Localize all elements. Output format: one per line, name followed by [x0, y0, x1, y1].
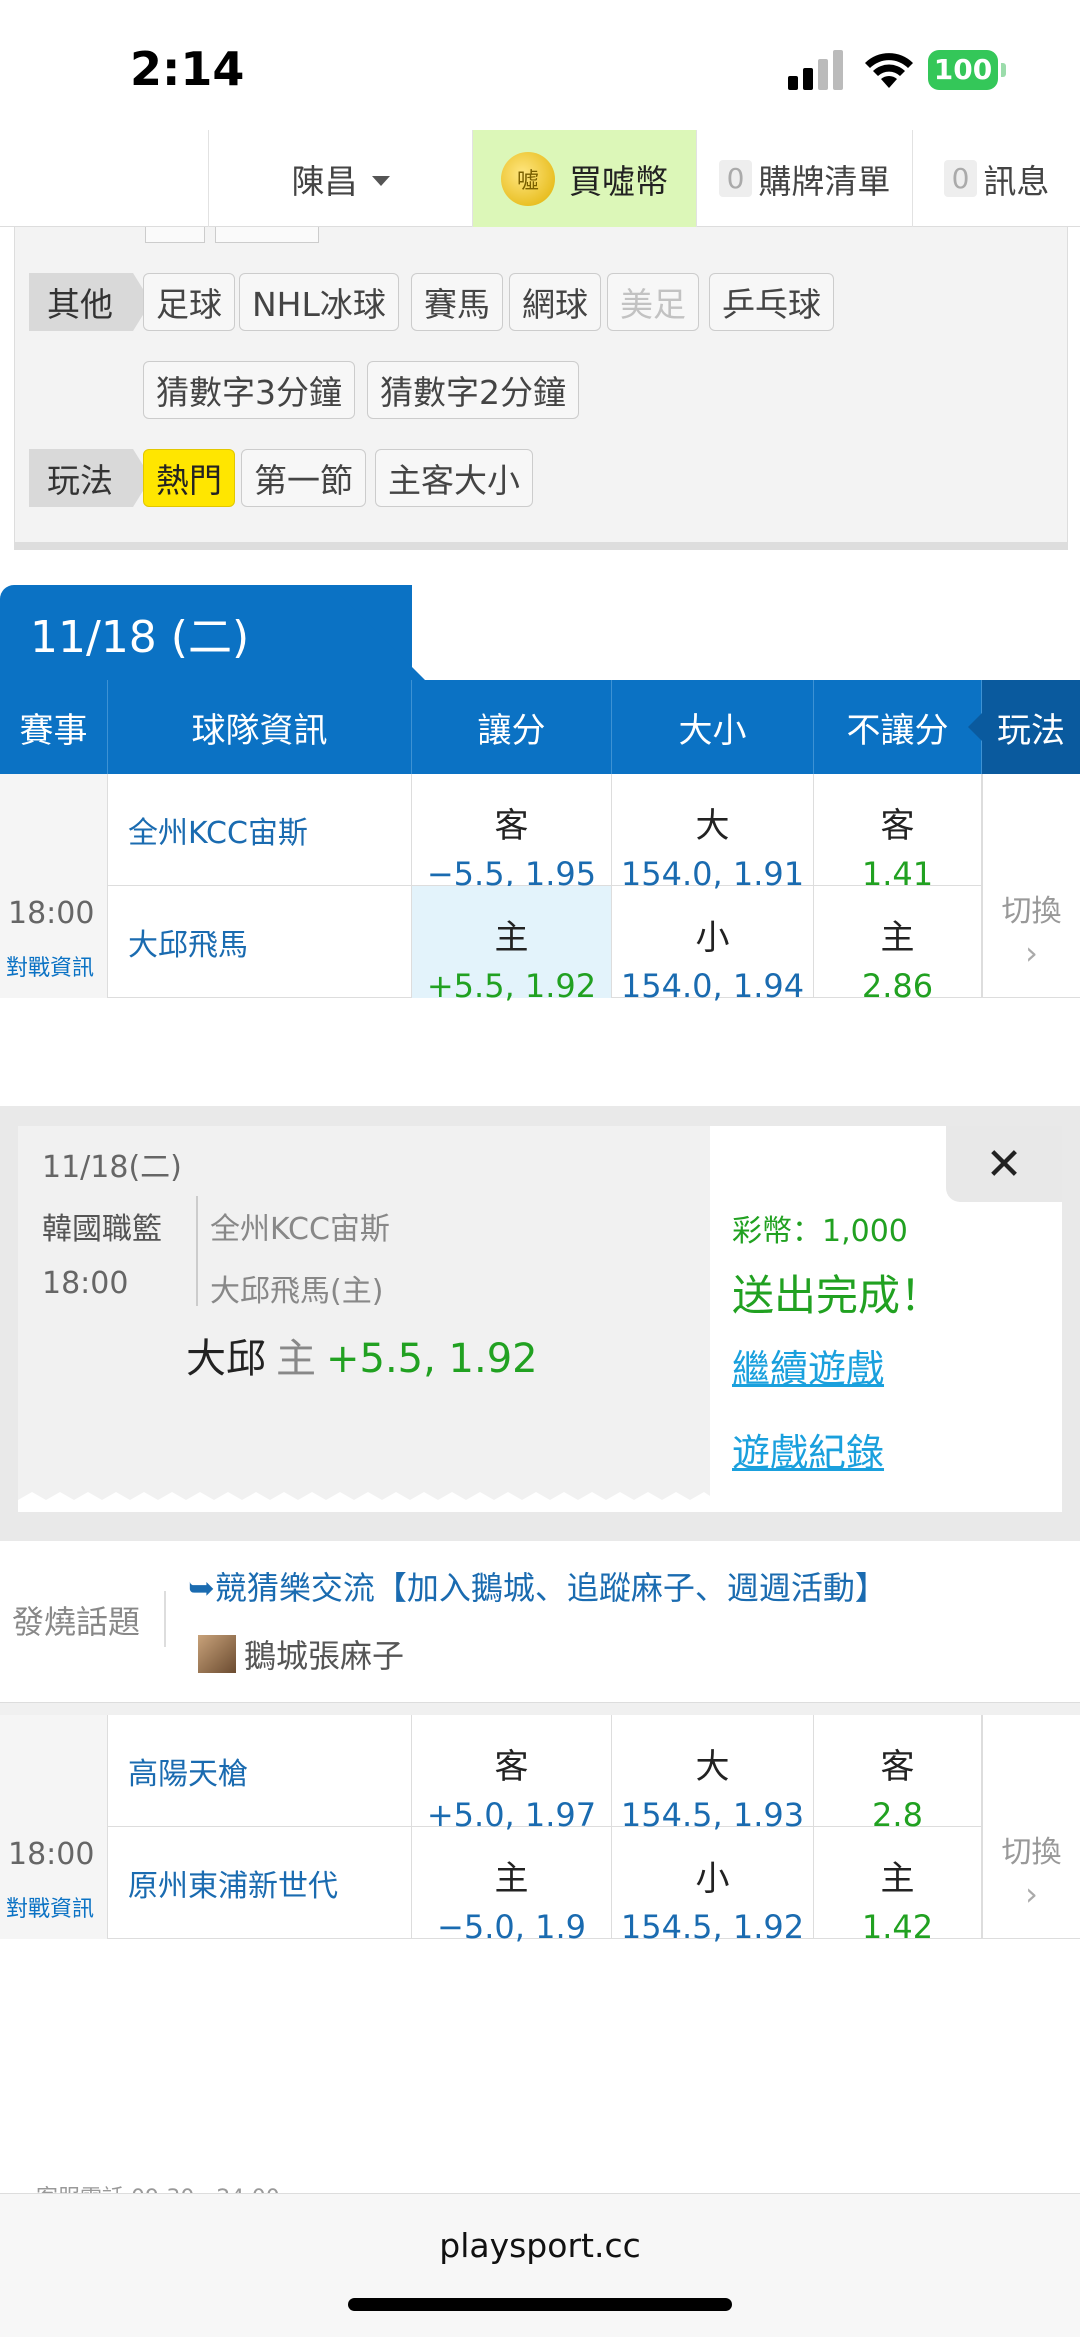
- bet-ticket: 11/18(二) 韓國職籃 18:00 全州KCC宙斯 大邱飛馬(主) 大邱主 +…: [18, 1126, 710, 1512]
- continue-game-link[interactable]: 繼續遊戲: [732, 1338, 884, 1393]
- browser-url-bar[interactable]: playsport.cc: [0, 2193, 1080, 2337]
- cart-label: 購牌清單: [758, 161, 891, 201]
- game-time: 18:00: [8, 1837, 95, 1872]
- coin-amount: 彩幣：1,000: [732, 1214, 908, 1249]
- filter-panel: 其他 足球 NHL冰球 賽馬 網球 美足 乒乓球 猜數字3分鐘 猜數字2分鐘 玩…: [14, 227, 1068, 550]
- receipt-status-panel: ✕ 彩幣：1,000 送出完成！ 繼續遊戲 遊戲紀錄: [710, 1126, 1062, 1512]
- chip-popular[interactable]: 熱門: [143, 449, 235, 507]
- chip-nhl[interactable]: NHL冰球: [239, 273, 399, 331]
- odd-away-moneyline[interactable]: 客 1.41: [814, 774, 982, 893]
- chip-tennis[interactable]: 網球: [509, 273, 601, 331]
- chip-table-tennis[interactable]: 乒乓球: [709, 273, 834, 331]
- battery-level: 100: [928, 50, 998, 90]
- odd-over[interactable]: 大 154.0, 1.91: [612, 774, 814, 893]
- messages-button[interactable]: 0 訊息: [912, 130, 1080, 227]
- wifi-icon: [865, 53, 913, 88]
- switch-button[interactable]: 切換 ›: [982, 1715, 1080, 1939]
- odd-home-spread[interactable]: 主 −5.0, 1.9: [412, 1827, 612, 1946]
- avatar: [198, 1635, 236, 1673]
- signal-icon: [788, 50, 843, 90]
- chevron-right-icon: ›: [1025, 934, 1038, 972]
- hot-topic-label: 發燒話題: [12, 1603, 141, 1641]
- user-name: 陳昌: [291, 161, 358, 201]
- switch-button[interactable]: 切換 ›: [982, 774, 1080, 998]
- receipt-home-team: 大邱飛馬(主): [210, 1274, 384, 1309]
- chevron-down-icon: [371, 175, 390, 186]
- filter-label-other: 其他: [29, 273, 151, 331]
- chip-american-football: 美足: [607, 273, 699, 331]
- home-team[interactable]: 大邱飛馬: [108, 886, 412, 998]
- game-row: 18:00 對戰資訊 全州KCC宙斯 大邱飛馬 客 −5.5, 1.95 主 +…: [0, 774, 1080, 1005]
- hot-topic: 發燒話題 ➥競猜樂交流【加入鵝城、追蹤麻子、週週活動】 鵝城張麻子: [0, 1541, 1080, 1703]
- cart-button[interactable]: 0 購牌清單: [696, 130, 912, 227]
- away-team[interactable]: 全州KCC宙斯: [108, 774, 412, 886]
- chip-guess-2min[interactable]: 猜數字2分鐘: [367, 361, 579, 419]
- odd-under[interactable]: 小 154.0, 1.94: [612, 886, 814, 1005]
- close-icon[interactable]: ✕: [946, 1126, 1062, 1202]
- cart-count: 0: [718, 160, 753, 197]
- game-time: 18:00: [8, 896, 95, 931]
- odds-table-header: 賽事 球隊資訊 讓分 大小 不讓分 玩法: [0, 680, 1080, 774]
- chip-home-away-total[interactable]: 主客大小: [375, 449, 533, 507]
- game-time-cell: 18:00 對戰資訊: [0, 774, 108, 998]
- home-indicator[interactable]: [348, 2298, 732, 2311]
- header-total: 大小: [612, 680, 814, 774]
- pick-side: 主: [276, 1336, 316, 1382]
- header-team: 球隊資訊: [108, 680, 412, 774]
- away-team[interactable]: 高陽天槍: [108, 1715, 412, 1827]
- pick-team: 大邱: [186, 1336, 266, 1382]
- receipt-pick: 大邱主 +5.5, 1.92: [186, 1326, 538, 1384]
- chip-horse-racing[interactable]: 賽馬: [411, 273, 503, 331]
- pick-odds: +5.5, 1.92: [326, 1336, 538, 1382]
- receipt-league: 韓國職籃: [42, 1212, 162, 1247]
- odd-home-spread[interactable]: 主 +5.5, 1.92: [412, 886, 612, 1005]
- user-menu[interactable]: 陳昌: [208, 130, 472, 227]
- odd-over[interactable]: 大 154.5, 1.93: [612, 1715, 814, 1834]
- battery-icon: 100: [928, 50, 1008, 90]
- bet-receipt: 11/18(二) 韓國職籃 18:00 全州KCC宙斯 大邱飛馬(主) 大邱主 +…: [0, 1106, 1080, 1541]
- submit-success: 送出完成！: [732, 1271, 943, 1320]
- odd-away-moneyline[interactable]: 客 2.8: [814, 1715, 982, 1834]
- buy-coin-label: 買噓幣: [569, 161, 668, 201]
- chip-soccer[interactable]: 足球: [143, 273, 235, 331]
- odd-away-spread[interactable]: 客 +5.0, 1.97: [412, 1715, 612, 1834]
- chevron-right-icon: ›: [1025, 1875, 1038, 1913]
- receipt-away-team: 全州KCC宙斯: [210, 1212, 390, 1247]
- hot-topic-link[interactable]: ➥競猜樂交流【加入鵝城、追蹤麻子、週週活動】: [188, 1563, 887, 1609]
- buy-coin-button[interactable]: 噓 買噓幣: [472, 130, 696, 227]
- messages-label: 訊息: [983, 161, 1050, 201]
- header-play-switch[interactable]: 玩法: [968, 680, 1080, 774]
- top-nav: 陳昌 噓 買噓幣 0 購牌清單 0 訊息: [0, 130, 1080, 227]
- chip-guess-3min[interactable]: 猜數字3分鐘: [143, 361, 355, 419]
- game-time-cell: 18:00 對戰資訊: [0, 1715, 108, 1939]
- odd-home-moneyline[interactable]: 主 2.86: [814, 886, 982, 1005]
- url-text: playsport.cc: [439, 2226, 641, 2265]
- odd-home-moneyline[interactable]: 主 1.42: [814, 1827, 982, 1946]
- odd-away-spread[interactable]: 客 −5.5, 1.95: [412, 774, 612, 893]
- status-bar: 2:14 100: [0, 0, 1080, 130]
- chip-first-quarter[interactable]: 第一節: [241, 449, 366, 507]
- game-row: 18:00 對戰資訊 高陽天槍 原州東浦新世代 客 +5.0, 1.97 主 −…: [0, 1715, 1080, 1946]
- receipt-date: 11/18(二): [42, 1150, 182, 1185]
- filter-label-play: 玩法: [29, 449, 151, 507]
- author-name: 鵝城張麻子: [244, 1637, 405, 1675]
- message-count: 0: [943, 160, 978, 197]
- matchup-info-link[interactable]: 對戰資訊: [6, 1891, 94, 1923]
- clock: 2:14: [130, 42, 245, 96]
- header-event: 賽事: [0, 680, 108, 774]
- game-records-link[interactable]: 遊戲紀錄: [732, 1422, 884, 1477]
- coin-icon: 噓: [501, 151, 555, 206]
- matchup-info-link[interactable]: 對戰資訊: [6, 950, 94, 982]
- header-moneyline: 不讓分: [814, 680, 982, 774]
- home-team[interactable]: 原州東浦新世代: [108, 1827, 412, 1939]
- odd-under[interactable]: 小 154.5, 1.92: [612, 1827, 814, 1946]
- header-spread: 讓分: [412, 680, 612, 774]
- receipt-time: 18:00: [42, 1266, 129, 1301]
- hot-topic-author[interactable]: 鵝城張麻子: [198, 1631, 404, 1677]
